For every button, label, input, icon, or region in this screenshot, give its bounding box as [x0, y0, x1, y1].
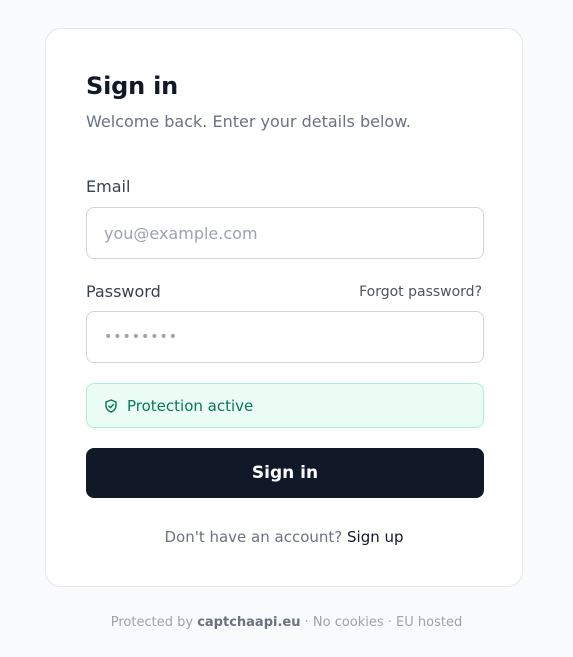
sign-up-link[interactable]: Sign up	[347, 528, 404, 546]
signup-prompt: Don't have an account?	[164, 528, 348, 546]
signup-row: Don't have an account? Sign up	[46, 527, 522, 547]
shield-check-icon	[103, 398, 119, 414]
signin-card: Sign in Welcome back. Enter your details…	[45, 28, 523, 587]
footer: Protected by captchaapi.eu · No cookies …	[0, 614, 573, 632]
sign-in-button[interactable]: Sign in	[86, 448, 484, 498]
password-label: Password	[86, 282, 161, 301]
email-field[interactable]	[86, 207, 484, 259]
password-field[interactable]	[86, 311, 484, 363]
page-subtitle: Welcome back. Enter your details below.	[86, 112, 411, 131]
footer-prefix: Protected by	[110, 615, 198, 630]
footer-suffix: · No cookies · EU hosted	[300, 615, 463, 630]
page-title: Sign in	[86, 72, 179, 100]
protection-status-banner: Protection active	[86, 383, 484, 428]
footer-brand: captchaapi.eu	[197, 615, 301, 630]
email-label: Email	[86, 177, 131, 196]
protection-status-text: Protection active	[127, 396, 254, 415]
forgot-password-link[interactable]: Forgot password?	[359, 282, 482, 302]
